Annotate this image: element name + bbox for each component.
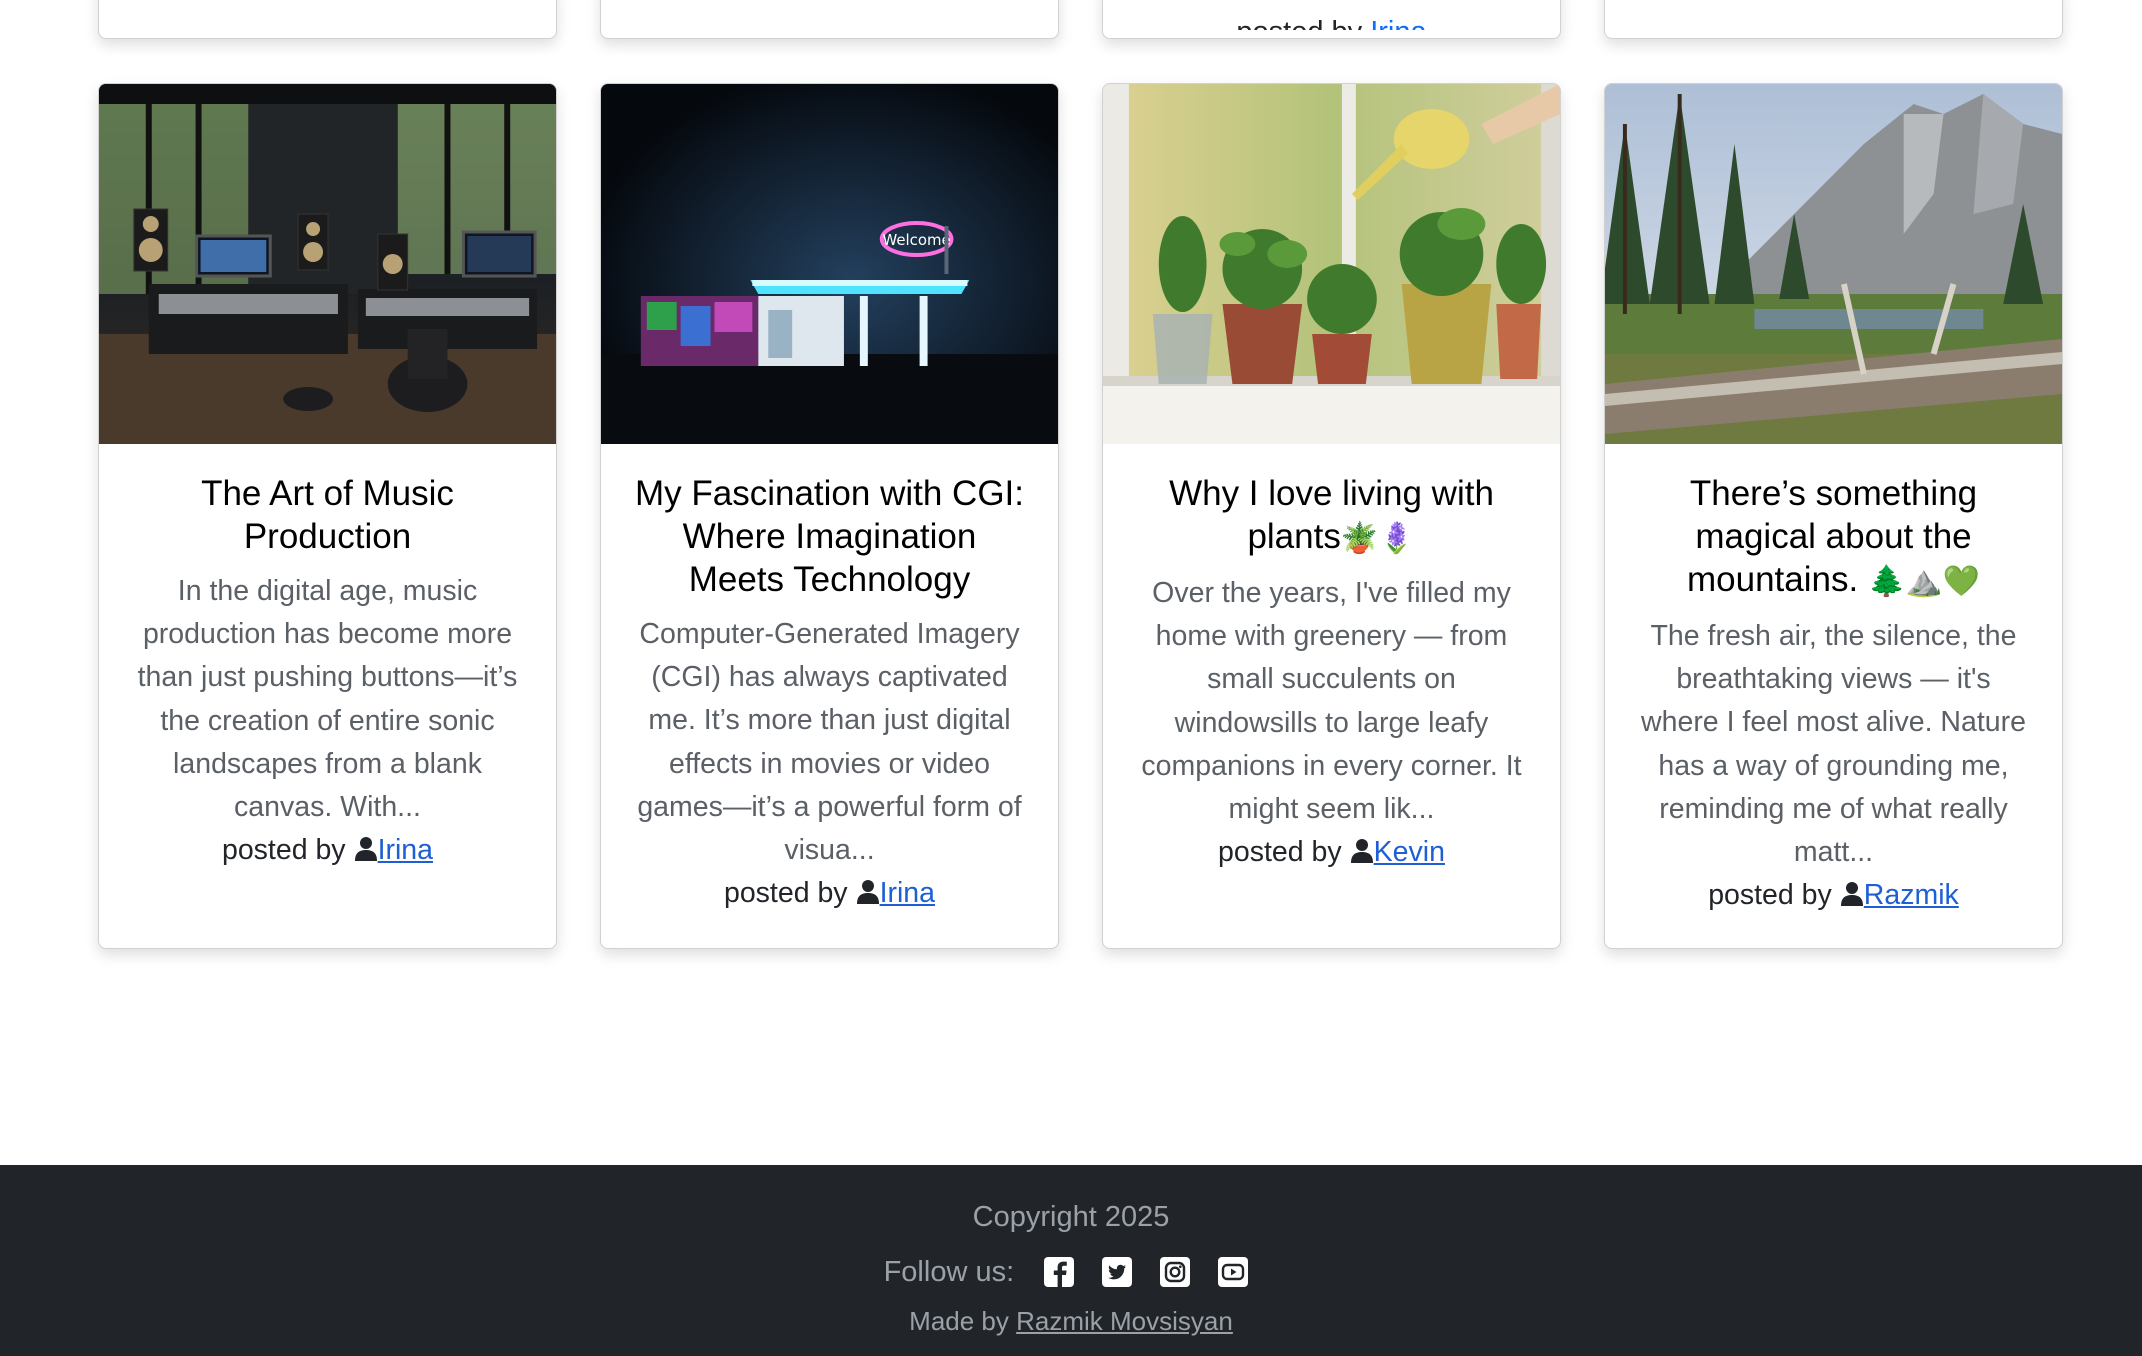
mountain-emoji-icon: 🌲⛰️💚 [1867,565,1980,598]
neon-gas-station-image[interactable]: Welcome [601,84,1058,444]
mountain-forest-image[interactable] [1605,84,2062,444]
author-link[interactable]: Irina [880,877,935,909]
posted-by: posted by Irina [221,834,434,867]
post-card-partial [1604,0,2063,39]
user-icon [1350,839,1373,864]
post-title[interactable]: The Art of Music Production [129,472,526,558]
svg-text:Welcome: Welcome [882,231,950,249]
author-link[interactable]: Kevin [1374,836,1445,868]
post-title[interactable]: My Fascination with CGI: Where Imaginati… [631,472,1028,601]
post-card-partial [98,0,557,39]
plant-emoji-icon: 🪴🪻 [1340,522,1416,555]
posted-by-partial: posted by Irina [1103,18,1560,30]
follow-label: Follow us: [883,1256,1015,1289]
social-links: Follow us: [0,1248,2142,1295]
post-card[interactable]: The Art of Music Production In the digit… [98,83,557,949]
post-card[interactable]: Welcome My Fascination with CGI: Where I… [600,83,1059,949]
author-link[interactable]: Irina [378,834,433,866]
posted-by: posted by Kevin [1218,836,1445,869]
user-icon [856,880,879,905]
post-excerpt: In the digital age, music production has… [137,575,518,824]
author-link[interactable]: Razmik [1864,879,1959,911]
made-by: Made by Razmik Movsisyan [909,1306,1233,1336]
author-link[interactable]: Irina [1370,18,1426,30]
post-excerpt: Over the years, I've filled my home with… [1141,577,1522,826]
twitter-icon[interactable] [1100,1255,1134,1289]
post-card-partial: posted by Irina [1102,0,1561,39]
posted-by: posted by Razmik [1708,879,1959,912]
posted-by: posted by Irina [723,877,936,910]
instagram-icon[interactable] [1158,1255,1192,1289]
site-footer: Copyright 2025 Follow us: Made by Razmik… [0,1165,2142,1356]
author-credit-link[interactable]: Razmik Movsisyan [1016,1306,1233,1336]
post-card[interactable]: There’s something magical about the moun… [1604,83,2063,949]
user-icon [1840,882,1863,907]
post-card[interactable]: Why I love living with plants🪴🪻 Over the… [1102,83,1561,949]
post-excerpt: The fresh air, the silence, the breathta… [1641,620,2026,869]
post-title[interactable]: Why I love living with plants🪴🪻 [1133,472,1530,560]
post-excerpt: Computer-Generated Imagery (CGI) has alw… [637,618,1022,867]
music-studio-image[interactable] [99,84,556,444]
youtube-icon[interactable] [1216,1255,1250,1289]
post-title[interactable]: There’s something magical about the moun… [1635,472,2032,603]
copyright-text: Copyright 2025 [972,1201,1170,1233]
facebook-icon[interactable] [1042,1255,1076,1289]
post-card-partial [600,0,1059,39]
user-icon [354,837,377,862]
houseplants-window-image[interactable] [1103,84,1560,444]
